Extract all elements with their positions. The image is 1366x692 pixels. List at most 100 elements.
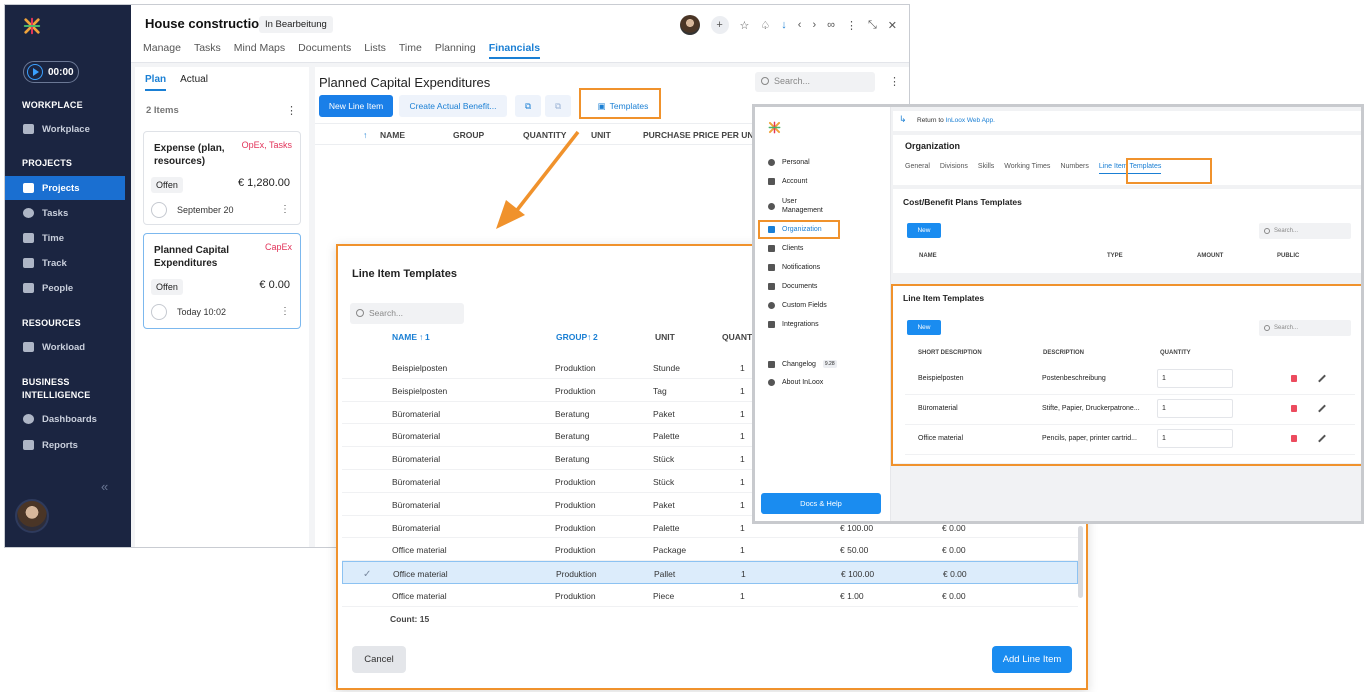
- column-header[interactable]: TYPE: [1107, 253, 1123, 259]
- nav-user-management[interactable]: User Management: [768, 197, 838, 215]
- create-actual-benefit-button[interactable]: Create Actual Benefit...: [399, 95, 507, 117]
- nav-about[interactable]: About InLoox: [768, 379, 823, 386]
- tab-financials[interactable]: Financials: [488, 42, 541, 59]
- column-header-quantity[interactable]: QUANTI: [722, 332, 755, 342]
- table-row[interactable]: ✓ Office material Produktion Pallet 1 € 100.0…: [342, 561, 1078, 584]
- return-bar[interactable]: ↳ Return to InLoox Web App.: [893, 111, 1361, 131]
- cell-name: Büromaterial: [392, 408, 441, 419]
- sidebar-item-workload[interactable]: Workload: [5, 335, 125, 359]
- column-header[interactable]: PURCHASE PRICE PER UNIT: [643, 130, 761, 140]
- tab-time[interactable]: Time: [399, 42, 422, 59]
- status-badge[interactable]: In Bearbeitung: [259, 16, 333, 33]
- sidebar-item-dashboards[interactable]: Dashboards: [5, 407, 125, 431]
- copy-icon[interactable]: ⧉: [515, 95, 541, 117]
- tab-working-times[interactable]: Working Times: [1004, 163, 1050, 174]
- column-header[interactable]: UNIT: [591, 130, 611, 140]
- sidebar-item-projects[interactable]: Projects: [5, 176, 125, 200]
- panel-title: Planned Capital Expenditures: [319, 75, 491, 90]
- chevron-right-icon[interactable]: ›: [812, 19, 816, 31]
- cell-unit: Stück: [653, 476, 675, 487]
- tab-tasks[interactable]: Tasks: [194, 42, 221, 59]
- plan-card-selected[interactable]: Planned Capital Expenditures CapEx Offen…: [143, 233, 301, 329]
- column-header[interactable]: NAME: [380, 130, 405, 140]
- tab-lists[interactable]: Lists: [364, 42, 386, 59]
- column-header[interactable]: QUANTITY: [523, 130, 566, 140]
- close-icon[interactable]: ✕: [888, 19, 897, 32]
- download-icon[interactable]: ↓: [781, 19, 787, 31]
- nav-personal[interactable]: Personal: [768, 159, 810, 166]
- nav-notifications[interactable]: Notifications: [768, 264, 820, 271]
- search-icon: [1264, 228, 1270, 234]
- nav-clients[interactable]: Clients: [768, 245, 803, 252]
- cell-group: Produktion: [555, 385, 596, 396]
- link-icon[interactable]: ∞: [827, 19, 835, 31]
- nav-custom-fields[interactable]: Custom Fields: [768, 302, 827, 309]
- sidebar-item-reports[interactable]: Reports: [5, 433, 125, 457]
- more-icon[interactable]: ⋮: [846, 19, 857, 32]
- cell-qty: 1: [740, 590, 745, 601]
- column-header[interactable]: PUBLIC: [1277, 253, 1299, 259]
- tab-documents[interactable]: Documents: [298, 42, 351, 59]
- new-line-item-button[interactable]: New Line Item: [319, 95, 393, 117]
- paste-icon[interactable]: ⧉: [545, 95, 571, 117]
- sort-order: 1: [425, 332, 430, 342]
- more-icon[interactable]: ⋮: [889, 75, 900, 88]
- column-header[interactable]: NAME: [919, 253, 937, 259]
- add-member-icon[interactable]: +: [710, 16, 729, 34]
- tab-skills[interactable]: Skills: [978, 163, 994, 174]
- column-header-unit[interactable]: UNIT: [655, 332, 675, 342]
- plan-card[interactable]: Expense (plan, resources) OpEx, Tasks Of…: [143, 131, 301, 225]
- user-avatar[interactable]: [15, 499, 49, 533]
- more-icon[interactable]: ⋮: [280, 306, 290, 317]
- sidebar-item-workplace[interactable]: Workplace: [5, 117, 125, 141]
- column-header-name[interactable]: NAME: [392, 332, 417, 342]
- search-input[interactable]: Search...: [1259, 223, 1351, 239]
- tab-numbers[interactable]: Numbers: [1060, 163, 1088, 174]
- card-tag: OpEx, Tasks: [241, 140, 292, 150]
- tab-general[interactable]: General: [905, 163, 930, 174]
- new-cost-template-button[interactable]: New: [907, 223, 941, 238]
- sidebar-item-label: Tasks: [42, 207, 69, 219]
- chevron-left-icon[interactable]: ‹: [798, 19, 802, 31]
- collapse-sidebar-icon[interactable]: «: [101, 479, 108, 494]
- scrollbar[interactable]: [1078, 526, 1083, 598]
- docs-help-button[interactable]: Docs & Help: [761, 493, 881, 514]
- table-row[interactable]: Office material Produktion Piece 1 € 1.00 € 0…: [342, 584, 1078, 607]
- more-icon[interactable]: ⋮: [286, 104, 297, 117]
- column-header[interactable]: GROUP: [453, 130, 484, 140]
- add-line-item-button[interactable]: Add Line Item: [992, 646, 1072, 673]
- nav-changelog[interactable]: Changelog 9.28: [768, 360, 837, 368]
- nav-documents[interactable]: Documents: [768, 283, 817, 290]
- sidebar-item-tasks[interactable]: Tasks: [5, 201, 125, 225]
- cell-qty: 1: [740, 499, 745, 510]
- minimize-icon[interactable]: ⤡: [868, 19, 877, 32]
- star-icon[interactable]: ☆: [740, 19, 750, 32]
- tab-actual[interactable]: Actual: [180, 74, 208, 91]
- cancel-button[interactable]: Cancel: [352, 646, 406, 673]
- nav-account[interactable]: Account: [768, 178, 807, 185]
- sidebar-item-track[interactable]: Track: [5, 251, 125, 275]
- workload-icon: [23, 342, 34, 352]
- sidebar-item-time[interactable]: Time: [5, 226, 125, 250]
- tab-mind-maps[interactable]: Mind Maps: [234, 42, 285, 59]
- tab-planning[interactable]: Planning: [435, 42, 476, 59]
- nav-label: Documents: [782, 283, 818, 290]
- card-title: Planned Capital Expenditures: [154, 245, 230, 269]
- table-row[interactable]: Office material Produktion Package 1 € 50.00…: [342, 538, 1078, 562]
- column-header-group[interactable]: GROUP: [556, 332, 587, 342]
- member-avatar[interactable]: [679, 15, 700, 35]
- tab-manage[interactable]: Manage: [143, 42, 181, 59]
- more-icon[interactable]: ⋮: [280, 204, 290, 215]
- dialog-search-input[interactable]: Search...: [350, 303, 464, 324]
- tab-divisions[interactable]: Divisions: [940, 163, 968, 174]
- return-link[interactable]: InLoox Web App.: [946, 117, 995, 124]
- bell-icon[interactable]: ♤: [760, 19, 770, 32]
- timer-button[interactable]: 00:00: [23, 61, 79, 83]
- search-input[interactable]: Search...: [755, 72, 875, 92]
- column-header[interactable]: AMOUNT: [1197, 253, 1223, 259]
- sidebar-item-people[interactable]: People: [5, 276, 125, 300]
- hourglass-icon: [23, 233, 34, 243]
- nav-integrations[interactable]: Integrations: [768, 321, 819, 328]
- sort-icon: ↑: [363, 130, 368, 140]
- tab-plan[interactable]: Plan: [145, 74, 167, 91]
